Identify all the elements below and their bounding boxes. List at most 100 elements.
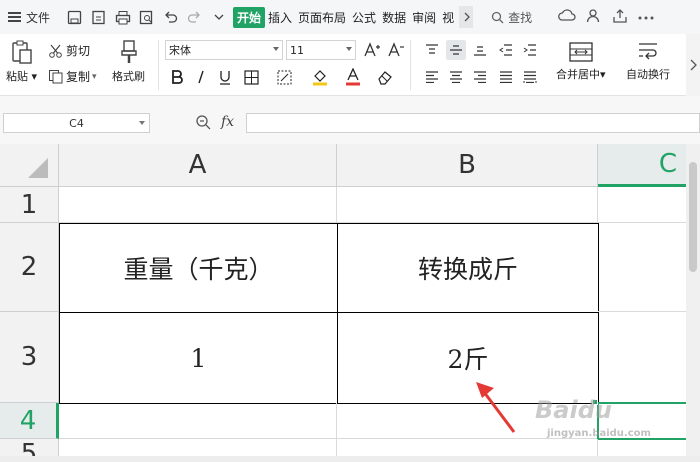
export-pdf-icon[interactable]: [90, 9, 107, 26]
cell-b3[interactable]: 2斤: [337, 312, 599, 404]
zoom-function-icon[interactable]: [195, 114, 211, 134]
ribbon-tabs: 开始 插入 页面布局 公式 数据 审阅 视: [233, 6, 474, 28]
cell-c1[interactable]: [598, 187, 688, 223]
wrap-text-button[interactable]: 自动换行: [626, 42, 670, 82]
increase-font-icon[interactable]: [362, 40, 382, 60]
search-button[interactable]: 查找: [491, 9, 532, 26]
chevron-right-icon: [690, 59, 697, 71]
paste-icon: [11, 40, 32, 64]
font-color-icon[interactable]: [343, 67, 363, 87]
copy-label: 复制: [66, 70, 91, 84]
chevron-down-icon: [139, 121, 145, 125]
justify-icon[interactable]: [496, 67, 516, 87]
merge-cells-icon: [569, 42, 593, 62]
align-top-icon[interactable]: [422, 40, 442, 60]
print-preview-icon[interactable]: [138, 9, 155, 26]
ribbon-separator: [158, 40, 159, 90]
tab-insert[interactable]: 插入: [265, 9, 295, 26]
tab-view[interactable]: 视: [439, 9, 457, 26]
tab-home[interactable]: 开始: [233, 6, 266, 28]
tab-review[interactable]: 审阅: [409, 9, 439, 26]
merge-label: 合并居中: [556, 68, 600, 81]
copy-button[interactable]: 复制 ▾: [48, 68, 97, 85]
tab-formulas[interactable]: 公式: [349, 9, 379, 26]
vertical-scrollbar[interactable]: [686, 144, 700, 462]
row-header-1[interactable]: 1: [0, 187, 59, 223]
font-name-value: 宋体: [169, 44, 191, 57]
wrap-text-icon: [639, 43, 657, 60]
chevron-down-icon[interactable]: [210, 9, 227, 26]
italic-icon[interactable]: [191, 67, 211, 87]
align-right-icon[interactable]: [470, 67, 490, 87]
format-painter-button[interactable]: 格式刷: [112, 40, 145, 84]
name-box[interactable]: C4: [3, 113, 150, 133]
ribbon-scroll-right[interactable]: [686, 34, 700, 96]
title-right-icons: [558, 8, 654, 26]
save-icon[interactable]: [66, 9, 83, 26]
tabs-more-icon[interactable]: [459, 6, 474, 28]
cell-a4[interactable]: [59, 403, 337, 439]
share-icon[interactable]: [612, 8, 628, 26]
align-left-icon[interactable]: [422, 67, 442, 87]
font-size-select[interactable]: 11: [286, 40, 356, 60]
underline-icon[interactable]: [215, 67, 235, 87]
cell-a3[interactable]: 1: [59, 312, 338, 404]
align-bottom-icon[interactable]: [470, 40, 490, 60]
fill-color-icon[interactable]: [310, 67, 330, 87]
increase-indent-icon[interactable]: [520, 40, 540, 60]
vertical-scroll-thumb[interactable]: [689, 162, 697, 272]
cloud-sync-icon[interactable]: [558, 8, 576, 26]
undo-icon[interactable]: [162, 9, 179, 26]
select-all-corner[interactable]: [0, 144, 59, 187]
annotation-arrow: [476, 382, 516, 433]
merge-center-button[interactable]: 合并居中▾: [556, 42, 606, 82]
distributed-align-icon[interactable]: [520, 67, 540, 87]
paste-label: 粘贴: [6, 70, 28, 83]
row-header-2[interactable]: 2: [0, 223, 59, 312]
cell-a2[interactable]: 重量（千克）: [59, 223, 338, 313]
redo-icon[interactable]: [186, 9, 203, 26]
more-options-icon[interactable]: [638, 10, 654, 24]
horizontal-scrollbar[interactable]: [0, 456, 700, 462]
cut-button[interactable]: 剪切: [48, 42, 90, 59]
cell-fill-pattern-icon[interactable]: [274, 67, 294, 87]
cell-c3[interactable]: [598, 312, 688, 403]
file-menu-button[interactable]: 文件: [0, 9, 62, 26]
print-icon[interactable]: [114, 9, 131, 26]
scissors-icon: [49, 44, 62, 58]
format-painter-icon: [120, 40, 137, 63]
column-header-c[interactable]: C: [598, 144, 700, 187]
cell-c2[interactable]: [598, 223, 688, 312]
chevron-down-icon: [346, 47, 352, 51]
quick-access-toolbar: [66, 9, 227, 26]
format-painter-label: 格式刷: [112, 70, 145, 83]
column-header-b[interactable]: B: [337, 144, 598, 187]
search-icon: [491, 11, 504, 23]
baidu-watermark: Baidu jingyan.baidu.com: [535, 396, 651, 439]
column-header-a[interactable]: A: [59, 144, 337, 187]
align-center-icon[interactable]: [446, 67, 466, 87]
row-header-4[interactable]: 4: [0, 403, 59, 439]
bold-icon[interactable]: [167, 67, 187, 87]
cell-b2[interactable]: 转换成斤: [337, 223, 599, 313]
copy-icon: [49, 70, 63, 84]
insert-function-icon[interactable]: fx: [221, 114, 234, 130]
cell-a1[interactable]: [59, 187, 337, 223]
user-add-icon[interactable]: [586, 8, 602, 26]
paste-button[interactable]: 粘贴 ▾: [6, 40, 37, 84]
menu-bar: 文件 开始 插入 页面布局 公式 数据 审阅 视 查找: [0, 0, 700, 34]
align-middle-icon[interactable]: [446, 40, 466, 60]
cell-b1[interactable]: [337, 187, 598, 223]
watermark-text: Baidu: [535, 396, 612, 424]
formula-input[interactable]: [246, 113, 700, 133]
cut-label: 剪切: [66, 44, 91, 58]
clear-format-icon[interactable]: [375, 67, 395, 87]
tab-data[interactable]: 数据: [379, 9, 409, 26]
borders-icon[interactable]: [241, 67, 261, 87]
row-header-3[interactable]: 3: [0, 312, 59, 403]
decrease-indent-icon[interactable]: [496, 40, 516, 60]
formula-bar: C4 fx: [0, 96, 700, 144]
font-name-select[interactable]: 宋体: [165, 40, 283, 60]
decrease-font-icon[interactable]: [386, 40, 406, 60]
tab-page-layout[interactable]: 页面布局: [295, 9, 349, 26]
